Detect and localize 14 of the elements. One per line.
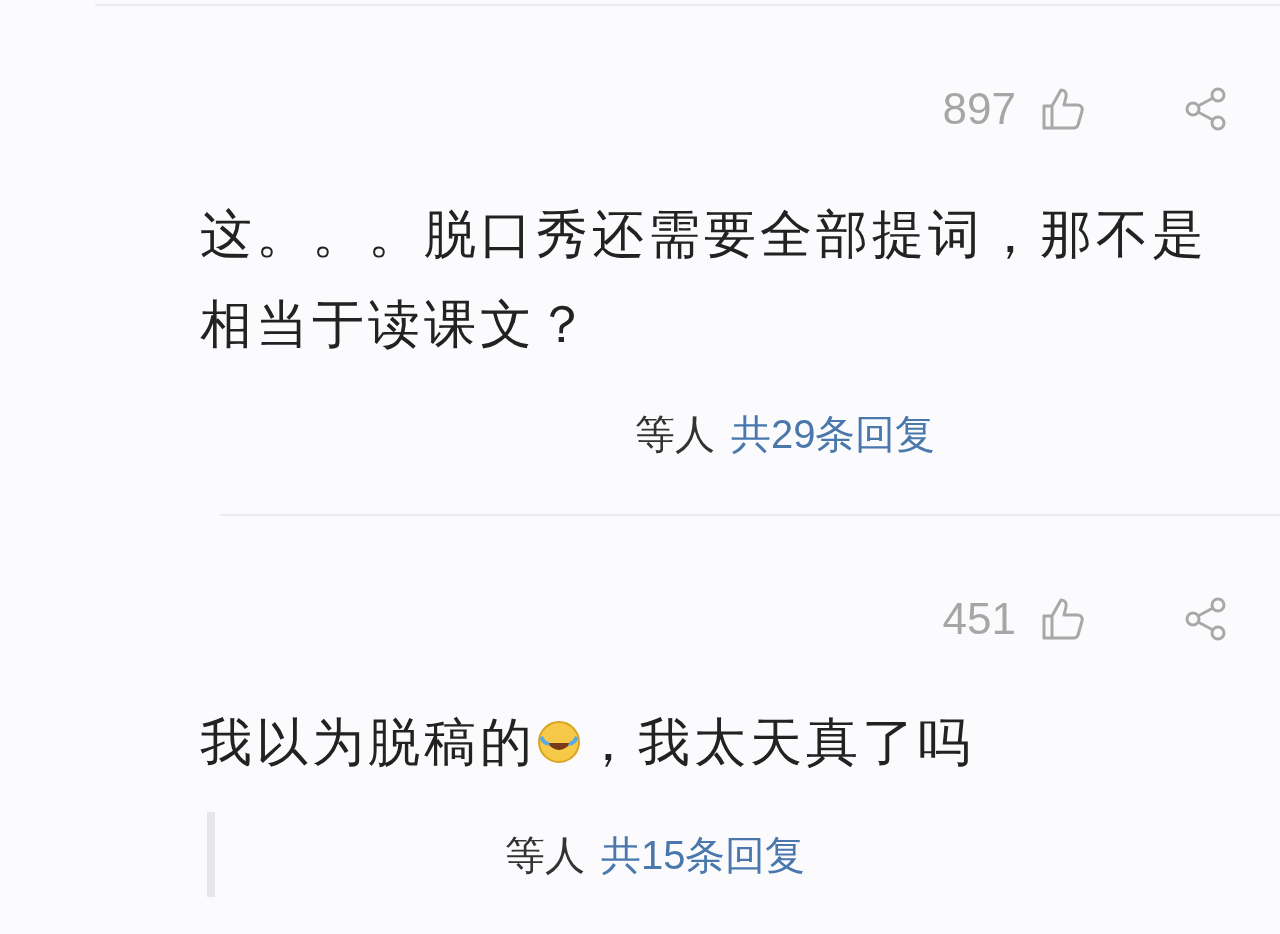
laughing-emoji-icon	[536, 719, 582, 765]
share-icon[interactable]	[1184, 597, 1228, 641]
like-count: 451	[942, 593, 1016, 645]
share-icon[interactable]	[1184, 87, 1228, 131]
comment-text: 我以为脱稿的	[200, 712, 536, 773]
like-count: 897	[942, 83, 1016, 135]
thumbs-up-icon[interactable]	[1040, 86, 1086, 132]
replies-link[interactable]: 共15条回复	[601, 824, 806, 885]
reply-prefix: 等人	[635, 411, 715, 458]
replies-link[interactable]: 共29条回复	[731, 404, 936, 464]
thumbs-up-icon[interactable]	[1040, 596, 1086, 642]
comment-text: 这。。。脱口秀还需要全部提词，那不是相当于读课文？	[200, 204, 1209, 355]
reply-prefix: 等人	[505, 831, 585, 879]
comment-text: ，我太天真了吗	[582, 712, 974, 773]
